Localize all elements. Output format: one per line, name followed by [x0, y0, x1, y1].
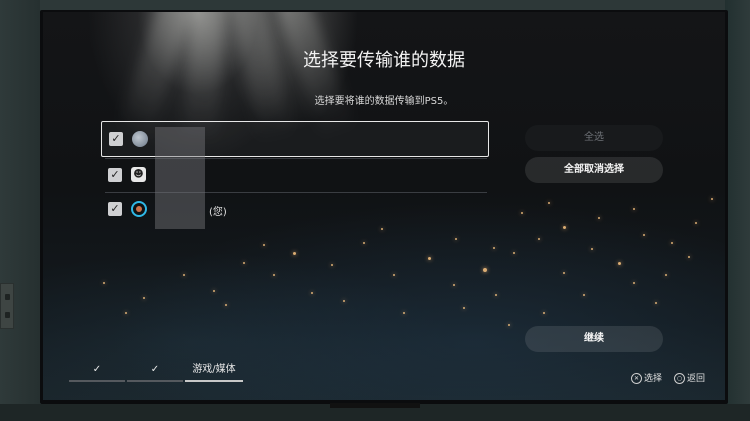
blurred-usernames [155, 127, 205, 229]
bokeh-particle [643, 234, 645, 236]
bokeh-particle [538, 238, 540, 240]
bokeh-particle [688, 256, 690, 258]
bokeh-particle [493, 247, 495, 249]
bokeh-particle [331, 264, 333, 266]
bokeh-particle [463, 307, 465, 309]
continue-button[interactable]: 继续 [525, 326, 663, 352]
smiley-avatar-icon: ☻ [131, 167, 146, 182]
bokeh-particle [563, 226, 566, 229]
bokeh-particle [381, 228, 383, 230]
power-outlet [0, 283, 14, 329]
bokeh-particle [143, 297, 145, 299]
checkbox-checked-icon[interactable]: ✓ [108, 168, 122, 182]
bokeh-particle [183, 274, 185, 276]
step-2-check: ✓ [150, 364, 160, 375]
bokeh-particle [583, 294, 585, 296]
user-name-suffix: (您) [209, 207, 227, 218]
step-1-bar [69, 380, 125, 382]
back-hint: ○ 返回 [674, 373, 705, 385]
bokeh-particle [598, 217, 600, 219]
bokeh-particle [671, 242, 673, 244]
step-3-label: 游戏/媒体 [192, 364, 236, 375]
bokeh-particle [428, 257, 431, 260]
user-avatar-photo [132, 131, 148, 147]
bokeh-particle [483, 268, 487, 272]
ps5-screen: 选择要传输谁的数据 选择要将谁的数据传输到PS5。 ✓ ✓ ☻ ✓ (您) 全选… [43, 12, 725, 400]
bokeh-particle [453, 284, 455, 286]
checkbox-checked-icon[interactable]: ✓ [108, 202, 122, 216]
bokeh-particle [311, 292, 313, 294]
page-subtitle: 选择要将谁的数据传输到PS5。 [314, 96, 454, 107]
bokeh-particle [293, 252, 296, 255]
bokeh-particle [695, 222, 697, 224]
bokeh-particle [213, 290, 215, 292]
bokeh-particle [633, 282, 635, 284]
tv-stand [330, 403, 420, 408]
bokeh-particle [455, 238, 457, 240]
wall-left [0, 0, 40, 421]
back-hint-label: 返回 [687, 374, 706, 384]
ring-avatar-icon [131, 201, 147, 217]
bokeh-particle [548, 202, 550, 204]
step-1-check: ✓ [92, 364, 102, 375]
bokeh-particle [263, 244, 265, 246]
bokeh-particle [403, 312, 405, 314]
bokeh-particle [618, 262, 621, 265]
tv-frame: 选择要传输谁的数据 选择要将谁的数据传输到PS5。 ✓ ✓ ☻ ✓ (您) 全选… [40, 10, 728, 404]
bokeh-particle [711, 198, 713, 200]
bokeh-particle [633, 208, 635, 210]
step-2-bar [127, 380, 183, 382]
bokeh-particle [543, 312, 545, 314]
bokeh-particle [103, 282, 105, 284]
bokeh-particle [665, 274, 667, 276]
circle-button-icon: ○ [674, 373, 685, 384]
bokeh-particle [655, 302, 657, 304]
select-hint: ✕ 选择 [631, 373, 662, 385]
bokeh-particle [508, 324, 510, 326]
select-all-button[interactable]: 全选 [525, 125, 663, 151]
select-hint-label: 选择 [644, 374, 663, 384]
step-3-bar [185, 380, 243, 382]
bokeh-particle [513, 252, 515, 254]
page-title: 选择要传输谁的数据 [303, 50, 465, 71]
bokeh-particle [495, 294, 497, 296]
bokeh-particle [563, 272, 565, 274]
cross-button-icon: ✕ [631, 373, 642, 384]
bokeh-particle [225, 304, 227, 306]
bokeh-particle [393, 274, 395, 276]
checkbox-checked-icon[interactable]: ✓ [109, 132, 123, 146]
bokeh-particle [591, 248, 593, 250]
bokeh-particle [273, 274, 275, 276]
deselect-all-button[interactable]: 全部取消选择 [525, 157, 663, 183]
wall-right [725, 0, 750, 421]
bokeh-particle [363, 242, 365, 244]
bokeh-particle [243, 262, 245, 264]
bokeh-particle [125, 312, 127, 314]
bokeh-particle [521, 212, 523, 214]
bokeh-particle [343, 300, 345, 302]
